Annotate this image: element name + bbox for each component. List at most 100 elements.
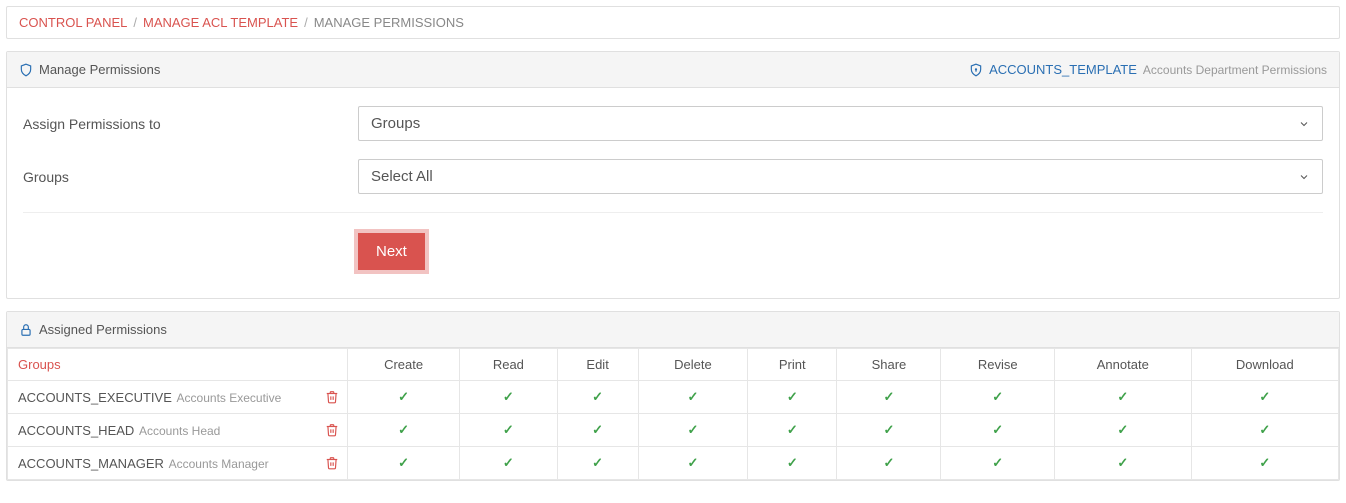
permission-cell: ✓ [748, 414, 837, 447]
check-icon: ✓ [503, 422, 514, 437]
permission-cell: ✓ [348, 381, 460, 414]
permission-cell: ✓ [1191, 447, 1338, 480]
assign-permissions-select[interactable]: Groups [358, 106, 1323, 141]
check-icon: ✓ [592, 455, 603, 470]
permission-cell: ✓ [557, 381, 638, 414]
breadcrumb-separator: / [133, 15, 137, 30]
table-column-header: Delete [638, 349, 747, 381]
check-icon: ✓ [883, 422, 894, 437]
check-icon: ✓ [787, 455, 798, 470]
permissions-table: GroupsCreateReadEditDeletePrintShareRevi… [7, 348, 1339, 480]
trash-icon[interactable] [325, 456, 339, 470]
trash-icon[interactable] [325, 423, 339, 437]
check-icon: ✓ [503, 389, 514, 404]
table-column-header: Groups [8, 349, 348, 381]
breadcrumb-link[interactable]: MANAGE ACL TEMPLATE [143, 15, 298, 30]
check-icon: ✓ [1117, 422, 1128, 437]
group-code: ACCOUNTS_EXECUTIVE [18, 390, 172, 405]
groups-value: Select All [371, 168, 433, 185]
table-column-header: Share [837, 349, 941, 381]
group-description: Accounts Head [136, 424, 220, 438]
permission-cell: ✓ [460, 381, 557, 414]
permission-cell: ✓ [941, 381, 1055, 414]
check-icon: ✓ [992, 455, 1003, 470]
permission-cell: ✓ [941, 447, 1055, 480]
permission-cell: ✓ [1055, 447, 1192, 480]
permission-cell: ✓ [1191, 381, 1338, 414]
template-code: ACCOUNTS_TEMPLATE [989, 62, 1137, 77]
manage-permissions-body: Assign Permissions to Groups Groups Sele… [7, 88, 1339, 298]
group-code: ACCOUNTS_HEAD [18, 423, 134, 438]
breadcrumb-separator: / [304, 15, 308, 30]
chevron-down-icon [1298, 171, 1310, 183]
table-column-header: Read [460, 349, 557, 381]
table-column-header: Download [1191, 349, 1338, 381]
next-button[interactable]: Next [358, 233, 425, 270]
check-icon: ✓ [592, 389, 603, 404]
check-icon: ✓ [787, 389, 798, 404]
check-icon: ✓ [398, 389, 409, 404]
permission-cell: ✓ [748, 381, 837, 414]
permission-cell: ✓ [1055, 381, 1192, 414]
manage-permissions-panel: Manage Permissions ACCOUNTS_TEMPLATE Acc… [6, 51, 1340, 299]
permission-cell: ✓ [557, 447, 638, 480]
table-row: ACCOUNTS_HEAD Accounts Head✓✓✓✓✓✓✓✓✓ [8, 414, 1339, 447]
panel-title: Assigned Permissions [39, 322, 167, 337]
groups-label: Groups [23, 169, 358, 185]
group-cell: ACCOUNTS_MANAGER Accounts Manager [8, 447, 348, 480]
check-icon: ✓ [992, 422, 1003, 437]
permission-cell: ✓ [348, 414, 460, 447]
table-column-header: Create [348, 349, 460, 381]
shield-icon [969, 63, 983, 77]
check-icon: ✓ [883, 389, 894, 404]
check-icon: ✓ [1259, 389, 1270, 404]
table-column-header: Annotate [1055, 349, 1192, 381]
trash-icon[interactable] [325, 390, 339, 404]
lock-icon [19, 323, 33, 337]
panel-title: Manage Permissions [39, 62, 160, 77]
template-description: Accounts Department Permissions [1143, 63, 1327, 77]
assign-permissions-value: Groups [371, 115, 420, 132]
divider [23, 212, 1323, 213]
check-icon: ✓ [883, 455, 894, 470]
check-icon: ✓ [787, 422, 798, 437]
groups-select[interactable]: Select All [358, 159, 1323, 194]
check-icon: ✓ [1259, 422, 1270, 437]
check-icon: ✓ [1259, 455, 1270, 470]
shield-icon [19, 63, 33, 77]
table-column-header: Revise [941, 349, 1055, 381]
check-icon: ✓ [1117, 455, 1128, 470]
table-column-header: Edit [557, 349, 638, 381]
table-row: ACCOUNTS_MANAGER Accounts Manager ✓ ✓ ✓ ✓ ✓ ✓ ✓… [8, 447, 1339, 480]
group-code: ACCOUNTS_MANAGER [18, 456, 164, 471]
breadcrumb: CONTROL PANEL / MANAGE ACL TEMPLATE / MANAGE… [7, 7, 1339, 38]
assign-permissions-label: Assign Permissions to [23, 116, 358, 132]
check-icon: ✓ [592, 422, 603, 437]
permission-cell: ✓ [748, 447, 837, 480]
chevron-down-icon [1298, 118, 1310, 130]
breadcrumb-link[interactable]: CONTROL PANEL [19, 15, 127, 30]
check-icon: ✓ [687, 389, 698, 404]
permission-cell: ✓ [460, 414, 557, 447]
check-icon: ✓ [398, 455, 409, 470]
check-icon: ✓ [687, 422, 698, 437]
permission-cell: ✓ [638, 447, 747, 480]
permission-cell: ✓ [941, 414, 1055, 447]
assign-permissions-row: Assign Permissions to Groups [23, 106, 1323, 141]
assigned-permissions-panel: Assigned Permissions GroupsCreateReadEdi… [6, 311, 1340, 481]
permission-cell: ✓ [460, 447, 557, 480]
table-header-row: GroupsCreateReadEditDeletePrintShareRevi… [8, 349, 1339, 381]
permission-cell: ✓ [1191, 414, 1338, 447]
table-column-header: Print [748, 349, 837, 381]
assigned-permissions-header: Assigned Permissions [7, 312, 1339, 348]
breadcrumb-panel: CONTROL PANEL / MANAGE ACL TEMPLATE / MANAGE… [6, 6, 1340, 39]
breadcrumb-current: MANAGE PERMISSIONS [314, 15, 464, 30]
permission-cell: ✓ [837, 447, 941, 480]
permission-cell: ✓ [837, 381, 941, 414]
group-cell: ACCOUNTS_HEAD Accounts Head [8, 414, 348, 447]
check-icon: ✓ [503, 455, 514, 470]
permission-cell: ✓ [638, 381, 747, 414]
check-icon: ✓ [992, 389, 1003, 404]
permission-cell: ✓ [557, 414, 638, 447]
groups-row: Groups Select All [23, 159, 1323, 194]
